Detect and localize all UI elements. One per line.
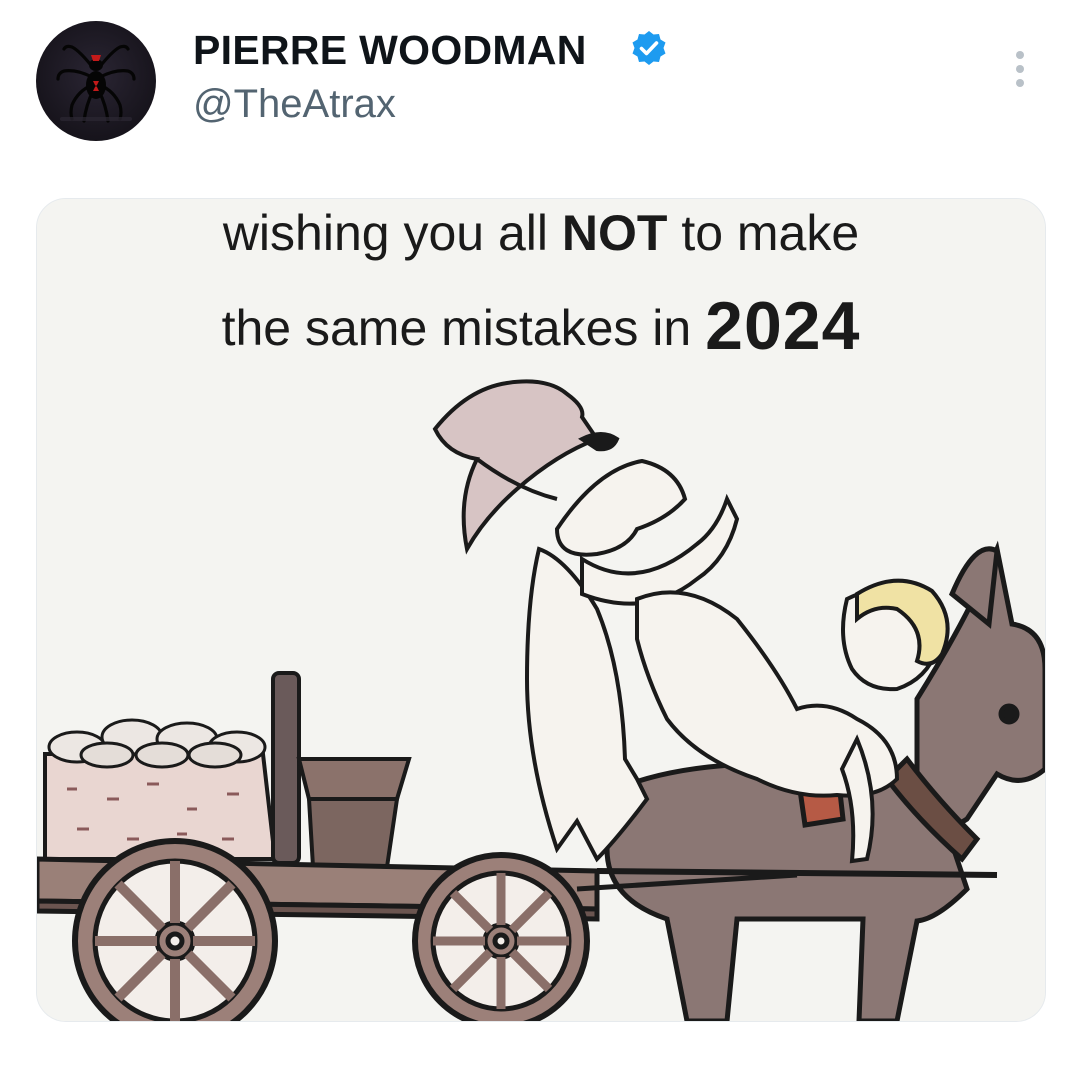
- black-widow-spider-icon: [56, 44, 136, 123]
- more-vertical-icon: [1016, 51, 1024, 59]
- caption-emphasis: NOT: [561, 205, 668, 261]
- more-options-button[interactable]: [1000, 44, 1040, 94]
- avatar[interactable]: [36, 21, 156, 141]
- post-media[interactable]: wishing you all NOT to make the same mis…: [36, 198, 1046, 1022]
- caption-text: the same mistakes in: [221, 300, 706, 356]
- author-display-name[interactable]: PIERRE WOODMAN: [193, 27, 587, 74]
- caption-text: wishing you all: [222, 205, 562, 261]
- caption-text: to make: [667, 205, 860, 261]
- verified-badge-icon: [632, 31, 666, 65]
- caption-line-1: wishing you all NOT to make: [37, 204, 1045, 262]
- caption-year: 2024: [705, 288, 861, 364]
- caption-line-2: the same mistakes in 2024: [37, 283, 1045, 364]
- post-header: PIERRE WOODMAN @TheAtrax: [0, 0, 1080, 170]
- author-handle[interactable]: @TheAtrax: [193, 82, 396, 127]
